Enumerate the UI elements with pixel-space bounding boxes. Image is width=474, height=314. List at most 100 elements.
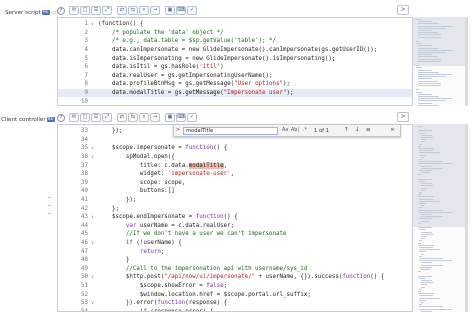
code-line[interactable]: 7 data.realUser = gs.getImpersonatingUse… [58, 72, 273, 81]
minimap-line [416, 65, 419, 67]
code-line[interactable]: 53 ∨ }).error(function(response) { [58, 299, 227, 308]
line-number: 52 [81, 291, 88, 298]
replace-icon[interactable]: ⇄ [117, 6, 127, 15]
minimap-line [416, 67, 422, 69]
minimap-line [417, 194, 421, 196]
code-line[interactable]: 50 ∨ $http.post("/api/now/ui/impersonate/… [58, 273, 384, 282]
code-line[interactable]: 40 buttons:[] [58, 187, 175, 196]
code-token: var [125, 222, 137, 229]
find-toggle-replace-button[interactable]: > [176, 127, 180, 133]
server-script-minimap[interactable] [413, 17, 465, 106]
toggle-syntax-icon[interactable]: ✓ [187, 113, 197, 122]
code-line[interactable]: 42 }; [58, 204, 119, 213]
client-controller-scrollbar[interactable] [465, 124, 468, 312]
code-line[interactable]: 37 title: c.data.modalTitle, [58, 161, 227, 170]
search-icon[interactable]: ⌕ [139, 6, 149, 15]
code-line[interactable]: 46 ∨ if (!userName) { [58, 239, 182, 248]
client-controller-minimap[interactable] [413, 124, 465, 312]
code-token: } [98, 257, 130, 264]
find-next-icon[interactable]: → [150, 113, 160, 122]
find-in-selection-icon[interactable]: ≡ [366, 127, 371, 133]
code-line[interactable]: 47 return; [58, 247, 164, 256]
minimap-line [417, 222, 421, 224]
code-token: data.modalTitle = gs.getMessage( [98, 90, 224, 97]
code-line[interactable]: 5 data.isImpersonating = new GlideImpers… [58, 54, 336, 63]
server-script-expand-button[interactable]: > [397, 5, 409, 15]
code-line[interactable]: 10 [58, 97, 116, 105]
code-line[interactable]: 9 data.modalTitle = gs.getMessage("Imper… [58, 88, 412, 98]
code-line[interactable]: 38 widget: 'impersonate-user', [58, 170, 234, 179]
whole-word-button[interactable]: Ab| [291, 128, 299, 133]
code-line[interactable]: 45 //If we don't have a user we can't im… [58, 230, 286, 239]
fold-toggle-icon[interactable]: ∨ [88, 146, 97, 151]
search-icon[interactable]: ⌕ [139, 113, 149, 122]
replace-all-icon[interactable]: ⇆ [128, 6, 138, 15]
find-input[interactable]: modalTitle [183, 127, 278, 135]
find-previous-icon[interactable]: ↑ [344, 127, 349, 133]
find-close-icon[interactable]: × [390, 127, 395, 133]
uncomment-icon[interactable]: □ [80, 6, 90, 15]
comment-icon[interactable]: ✉ [69, 113, 79, 122]
client-controller-expand-button[interactable]: > [397, 112, 409, 122]
server-script-tag: RE [41, 10, 50, 15]
client-controller-editor[interactable]: 33 }); 34 35 ∨ $scope.impersonate = functio… [57, 124, 413, 312]
fold-toggle-icon[interactable]: ∨ [88, 215, 97, 220]
code-line[interactable]: 49 //Call to the impersonation api with … [58, 265, 307, 274]
code-token: return [139, 248, 161, 255]
code-line[interactable]: 36 ∨ spModal.open({ [58, 153, 175, 162]
script-debugger-icon[interactable]: ⌨ [176, 6, 186, 15]
server-script-scrollbar[interactable] [465, 17, 468, 106]
code-line[interactable]: 54 if (response.error) { [58, 308, 213, 311]
find-next-icon[interactable]: → [150, 6, 160, 15]
script-debugger-icon[interactable]: ⌨ [176, 113, 186, 122]
match-case-button[interactable]: Aa [282, 128, 288, 133]
code-line[interactable]: 44 var userName = c.data.realUser; [58, 222, 234, 231]
find-next-icon[interactable]: ↓ [355, 127, 360, 133]
help-icon[interactable]: ? [57, 113, 65, 122]
minimap-line [419, 170, 433, 171]
code-line[interactable]: 48 } [58, 256, 129, 265]
code-line[interactable]: 8 data.profileBtnMsg = gs.getMessage("Us… [58, 80, 290, 89]
fullscreen-icon[interactable]: ⤢ [102, 113, 112, 122]
fold-toggle-icon[interactable]: ∨ [88, 22, 97, 27]
code-line[interactable]: 41 }); [58, 196, 136, 205]
replace-icon[interactable]: ⇄ [117, 113, 127, 122]
replace-all-icon[interactable]: ⇆ [128, 113, 138, 122]
code-line[interactable]: 3 /* e.g., data.table = $sp.getValue('ta… [58, 37, 277, 46]
minimap-line [419, 266, 433, 268]
fold-toggle-icon[interactable]: ∨ [88, 275, 97, 280]
save-icon[interactable]: ▣ [165, 6, 175, 15]
code-line[interactable]: 51 $scope.showError = false; [58, 282, 227, 291]
code-line[interactable]: 1 ∨ (function() { [58, 20, 144, 29]
comment-icon[interactable]: ✉ [69, 6, 79, 15]
minimap-line [417, 30, 432, 31]
fold-toggle-icon[interactable]: ∨ [88, 241, 97, 246]
code-line[interactable]: 2 /* populate the 'data' object */ [58, 29, 224, 38]
format-code-icon[interactable]: ☰ [91, 113, 101, 122]
regex-button[interactable]: .* [303, 128, 307, 133]
server-script-editor[interactable]: 1 ∨ (function() {2 /* populate the 'data' … [57, 17, 413, 106]
uncomment-icon[interactable]: □ [80, 113, 90, 122]
code-line[interactable]: 33 }); [58, 127, 122, 136]
code-line[interactable]: 4 data.canImpersonate = new GlideImperso… [58, 46, 378, 55]
minimap-line [417, 174, 421, 176]
fullscreen-icon[interactable]: ⤢ [102, 6, 112, 15]
code-line[interactable]: 43 ∨ $scope.endImpersonate = function() { [58, 213, 238, 222]
code-line[interactable]: 35 ∨ $scope.impersonate = function() { [58, 144, 227, 153]
fold-toggle-icon[interactable]: ∨ [88, 155, 97, 160]
format-code-icon[interactable]: ☰ [91, 6, 101, 15]
code-line[interactable]: 52 $window.location.href = $scope.portal… [58, 290, 311, 299]
fold-toggle-icon[interactable]: ∨ [88, 301, 97, 306]
code-text: data.isImpersonating = new GlideImperson… [98, 56, 335, 62]
code-line[interactable]: 34 [58, 136, 116, 145]
save-icon[interactable]: ▣ [165, 113, 175, 122]
code-line[interactable]: 6 data.isItil = gs.hasRole('itil') [58, 63, 224, 72]
minimap-line [419, 306, 443, 308]
code-text: data.realUser = gs.getImpersonatingUserN… [98, 73, 273, 79]
toggle-syntax-icon[interactable]: ✓ [187, 6, 197, 15]
server-script-toolbar: ? ✉ □ ☰ ⤢ ⇄ ⇆ ⌕ → ▣ ⌨ ✓ [57, 5, 197, 16]
code-line[interactable]: 39 scope: scope, [58, 179, 185, 188]
minimap-line [420, 282, 433, 284]
help-icon[interactable]: ? [57, 6, 65, 15]
line-number: 44 [81, 222, 88, 229]
